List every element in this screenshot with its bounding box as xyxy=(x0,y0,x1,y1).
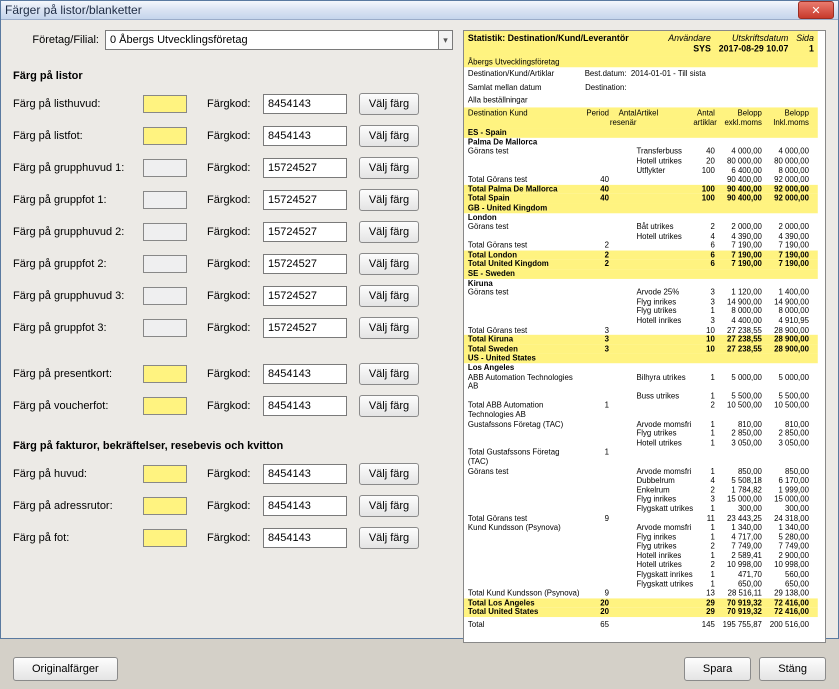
fargkod-label: Färgkod: xyxy=(207,258,263,270)
pick-button-voucherfot[interactable]: Välj färg xyxy=(359,395,419,417)
fargkod-label: Färgkod: xyxy=(207,468,263,480)
fargkod-label: Färgkod: xyxy=(207,532,263,544)
code-input-listfot[interactable] xyxy=(263,126,347,146)
code-input-gruppfot3[interactable] xyxy=(263,318,347,338)
pick-button-grupphuvud1[interactable]: Välj färg xyxy=(359,157,419,179)
report-preview: Statistik: Destination/Kund/LeverantörAn… xyxy=(463,30,826,643)
window-title: Färger på listor/blanketter xyxy=(5,3,142,17)
pick-button-listhuvud[interactable]: Välj färg xyxy=(359,93,419,115)
code-input-voucherfot[interactable] xyxy=(263,396,347,416)
swatch-gruppfot2[interactable] xyxy=(143,255,187,273)
swatch-voucherfot[interactable] xyxy=(143,397,187,415)
company-label: Företag/Filial: xyxy=(13,34,99,46)
label-grupphuvud3: Färg på grupphuvud 3: xyxy=(13,290,143,302)
swatch-grupphuvud2[interactable] xyxy=(143,223,187,241)
label-gruppfot3: Färg på gruppfot 3: xyxy=(13,322,143,334)
swatch-huvud[interactable] xyxy=(143,465,187,483)
code-input-gruppfot2[interactable] xyxy=(263,254,347,274)
swatch-fot[interactable] xyxy=(143,529,187,547)
swatch-adressrutor[interactable] xyxy=(143,497,187,515)
fargkod-label: Färgkod: xyxy=(207,130,263,142)
titlebar: Färger på listor/blanketter ✕ xyxy=(1,1,838,20)
pick-button-gruppfot1[interactable]: Välj färg xyxy=(359,189,419,211)
fargkod-label: Färgkod: xyxy=(207,162,263,174)
left-pane: Företag/Filial: 0 Åbergs Utvecklingsföre… xyxy=(13,30,453,643)
label-listhuvud: Färg på listhuvud: xyxy=(13,98,143,110)
dropdown-icon[interactable]: ▾ xyxy=(439,30,453,50)
label-fot: Färg på fot: xyxy=(13,532,143,544)
pick-button-gruppfot2[interactable]: Välj färg xyxy=(359,253,419,275)
code-input-grupphuvud2[interactable] xyxy=(263,222,347,242)
fargkod-label: Färgkod: xyxy=(207,500,263,512)
label-voucherfot: Färg på voucherfot: xyxy=(13,400,143,412)
fargkod-label: Färgkod: xyxy=(207,322,263,334)
code-input-fot[interactable] xyxy=(263,528,347,548)
code-input-grupphuvud3[interactable] xyxy=(263,286,347,306)
close-button[interactable]: Stäng xyxy=(759,657,826,681)
code-input-adressrutor[interactable] xyxy=(263,496,347,516)
fargkod-label: Färgkod: xyxy=(207,98,263,110)
swatch-listhuvud[interactable] xyxy=(143,95,187,113)
pick-button-adressrutor[interactable]: Välj färg xyxy=(359,495,419,517)
code-input-listhuvud[interactable] xyxy=(263,94,347,114)
swatch-listfot[interactable] xyxy=(143,127,187,145)
label-presentkort: Färg på presentkort: xyxy=(13,368,143,380)
label-gruppfot1: Färg på gruppfot 1: xyxy=(13,194,143,206)
pick-button-grupphuvud3[interactable]: Välj färg xyxy=(359,285,419,307)
label-adressrutor: Färg på adressrutor: xyxy=(13,500,143,512)
original-colors-button[interactable]: Originalfärger xyxy=(13,657,118,681)
section-listor: Färg på listor xyxy=(13,70,453,82)
swatch-grupphuvud1[interactable] xyxy=(143,159,187,177)
swatch-gruppfot1[interactable] xyxy=(143,191,187,209)
label-gruppfot2: Färg på gruppfot 2: xyxy=(13,258,143,270)
fargkod-label: Färgkod: xyxy=(207,368,263,380)
fargkod-label: Färgkod: xyxy=(207,226,263,238)
pick-button-listfot[interactable]: Välj färg xyxy=(359,125,419,147)
label-huvud: Färg på huvud: xyxy=(13,468,143,480)
bottom-bar: Originalfärger Spara Stäng xyxy=(1,653,838,689)
label-grupphuvud1: Färg på grupphuvud 1: xyxy=(13,162,143,174)
label-grupphuvud2: Färg på grupphuvud 2: xyxy=(13,226,143,238)
save-button[interactable]: Spara xyxy=(684,657,751,681)
swatch-gruppfot3[interactable] xyxy=(143,319,187,337)
label-listfot: Färg på listfot: xyxy=(13,130,143,142)
pick-button-gruppfot3[interactable]: Välj färg xyxy=(359,317,419,339)
pick-button-fot[interactable]: Välj färg xyxy=(359,527,419,549)
pick-button-grupphuvud2[interactable]: Välj färg xyxy=(359,221,419,243)
dialog-window: Färger på listor/blanketter ✕ Företag/Fi… xyxy=(0,0,839,639)
pick-button-huvud[interactable]: Välj färg xyxy=(359,463,419,485)
company-input[interactable]: 0 Åbergs Utvecklingsföretag xyxy=(105,30,439,50)
code-input-grupphuvud1[interactable] xyxy=(263,158,347,178)
swatch-presentkort[interactable] xyxy=(143,365,187,383)
section-fakturor: Färg på fakturor, bekräftelser, resebevi… xyxy=(13,440,453,452)
code-input-gruppfot1[interactable] xyxy=(263,190,347,210)
swatch-grupphuvud3[interactable] xyxy=(143,287,187,305)
close-icon[interactable]: ✕ xyxy=(798,1,834,19)
code-input-presentkort[interactable] xyxy=(263,364,347,384)
code-input-huvud[interactable] xyxy=(263,464,347,484)
fargkod-label: Färgkod: xyxy=(207,290,263,302)
fargkod-label: Färgkod: xyxy=(207,194,263,206)
fargkod-label: Färgkod: xyxy=(207,400,263,412)
pick-button-presentkort[interactable]: Välj färg xyxy=(359,363,419,385)
